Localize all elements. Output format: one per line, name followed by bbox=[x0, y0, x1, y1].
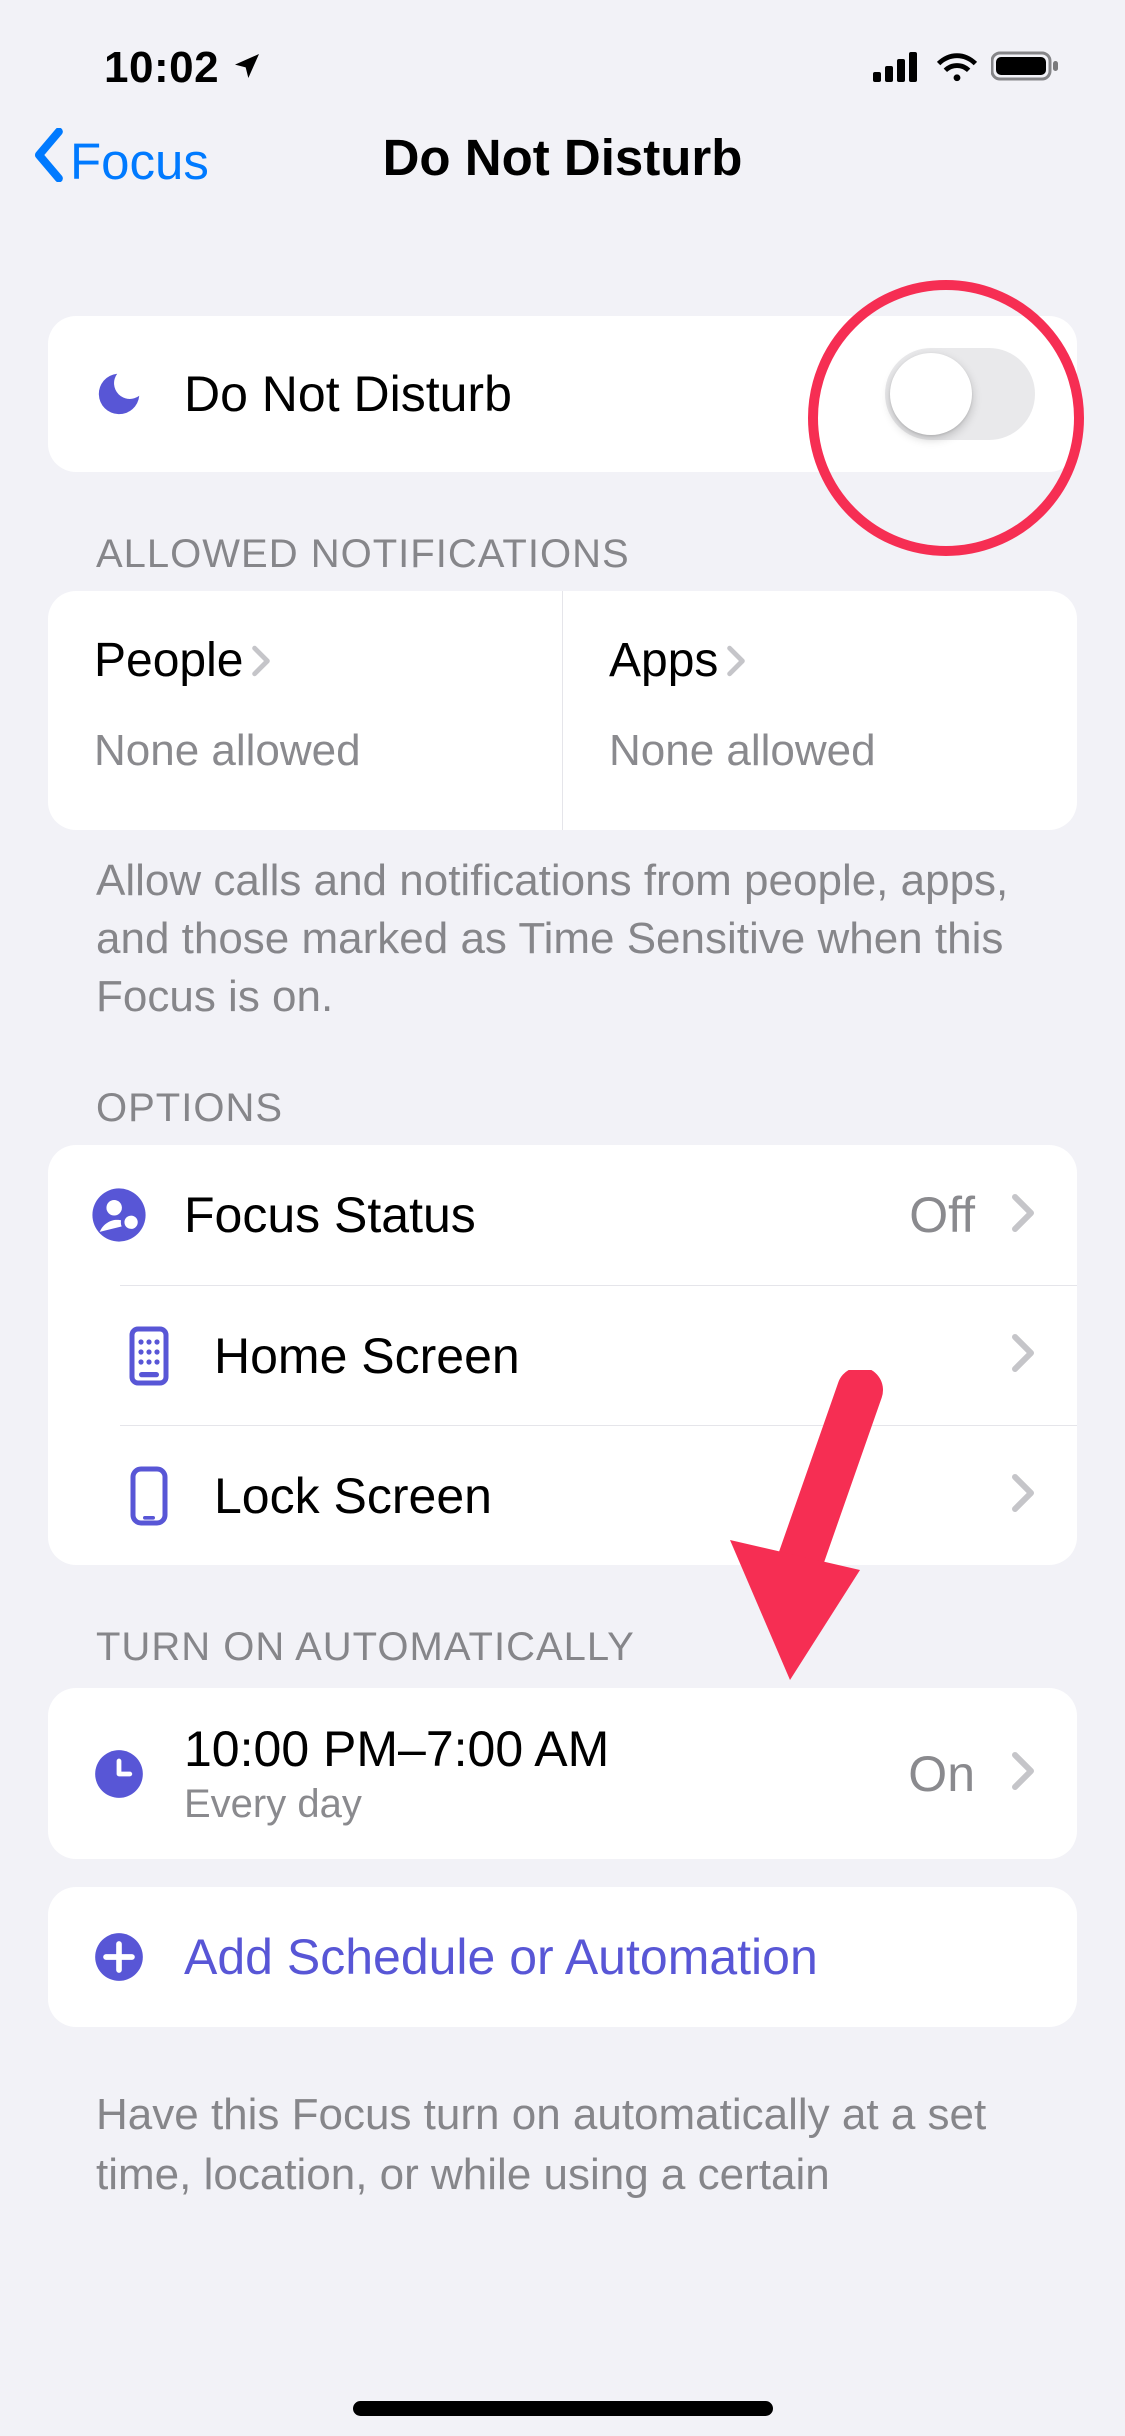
status-time-area: 10:02 bbox=[50, 43, 263, 93]
options-group: Focus Status Off Home Screen Lock Screen bbox=[48, 1145, 1077, 1565]
schedule-group: 10:00 PM–7:00 AM Every day On bbox=[48, 1688, 1077, 1859]
allowed-split: People None allowed Apps None allowed bbox=[48, 591, 1077, 830]
schedule-value: On bbox=[908, 1745, 975, 1803]
status-bar: 10:02 bbox=[0, 0, 1125, 110]
auto-footer: Have this Focus turn on automatically at… bbox=[96, 2085, 1077, 2204]
add-schedule-row[interactable]: Add Schedule or Automation bbox=[48, 1887, 1077, 2027]
chevron-right-icon bbox=[1011, 1750, 1035, 1797]
cellular-icon bbox=[873, 50, 923, 87]
home-screen-row[interactable]: Home Screen bbox=[120, 1285, 1077, 1425]
dnd-toggle-row: Do Not Disturb bbox=[48, 316, 1077, 472]
toggle-knob bbox=[890, 353, 972, 435]
nav-bar: Focus Do Not Disturb bbox=[0, 110, 1125, 216]
allowed-people-cell[interactable]: People None allowed bbox=[48, 591, 562, 830]
dnd-toggle-label: Do Not Disturb bbox=[184, 365, 849, 423]
chevron-right-icon bbox=[1011, 1472, 1035, 1519]
lock-screen-row[interactable]: Lock Screen bbox=[120, 1425, 1077, 1565]
lock-screen-icon bbox=[120, 1466, 178, 1526]
chevron-right-icon bbox=[1011, 1192, 1035, 1239]
back-label: Focus bbox=[70, 132, 209, 191]
back-button[interactable]: Focus bbox=[30, 128, 209, 194]
chevron-right-icon bbox=[1011, 1332, 1035, 1379]
allowed-people-title: People bbox=[94, 633, 243, 688]
status-time: 10:02 bbox=[104, 43, 219, 93]
focus-status-label: Focus Status bbox=[184, 1186, 873, 1244]
chevron-left-icon bbox=[30, 128, 66, 194]
schedule-row[interactable]: 10:00 PM–7:00 AM Every day On bbox=[48, 1688, 1077, 1859]
auto-header: TURN ON AUTOMATICALLY bbox=[96, 1625, 1077, 1670]
allowed-apps-cell[interactable]: Apps None allowed bbox=[562, 591, 1077, 830]
home-screen-label: Home Screen bbox=[214, 1327, 975, 1385]
add-schedule-group: Add Schedule or Automation bbox=[48, 1887, 1077, 2027]
location-icon bbox=[231, 43, 263, 93]
lock-screen-label: Lock Screen bbox=[214, 1467, 975, 1525]
allowed-apps-sub: None allowed bbox=[609, 726, 1031, 776]
allowed-header: ALLOWED NOTIFICATIONS bbox=[96, 532, 1077, 577]
home-indicator bbox=[353, 2401, 773, 2416]
allowed-apps-title: Apps bbox=[609, 633, 718, 688]
battery-icon bbox=[991, 50, 1061, 87]
dnd-toggle-switch[interactable] bbox=[885, 348, 1035, 440]
add-schedule-label: Add Schedule or Automation bbox=[184, 1928, 1035, 1986]
status-indicators bbox=[873, 50, 1075, 87]
options-header: OPTIONS bbox=[96, 1086, 1077, 1131]
chevron-right-icon bbox=[251, 645, 271, 677]
chevron-right-icon bbox=[726, 645, 746, 677]
wifi-icon bbox=[935, 50, 979, 87]
allowed-people-sub: None allowed bbox=[94, 726, 516, 776]
people-status-icon bbox=[90, 1185, 148, 1245]
plus-circle-icon bbox=[90, 1931, 148, 1983]
dnd-toggle-group: Do Not Disturb bbox=[48, 316, 1077, 472]
moon-icon bbox=[90, 367, 148, 421]
allowed-group: People None allowed Apps None allowed bbox=[48, 591, 1077, 830]
allowed-footer: Allow calls and notifications from peopl… bbox=[96, 852, 1077, 1026]
focus-status-value: Off bbox=[909, 1186, 975, 1244]
clock-icon bbox=[90, 1748, 148, 1800]
schedule-sub: Every day bbox=[184, 1782, 872, 1827]
home-screen-icon bbox=[120, 1326, 178, 1386]
schedule-title: 10:00 PM–7:00 AM bbox=[184, 1720, 872, 1778]
focus-status-row[interactable]: Focus Status Off bbox=[48, 1145, 1077, 1285]
